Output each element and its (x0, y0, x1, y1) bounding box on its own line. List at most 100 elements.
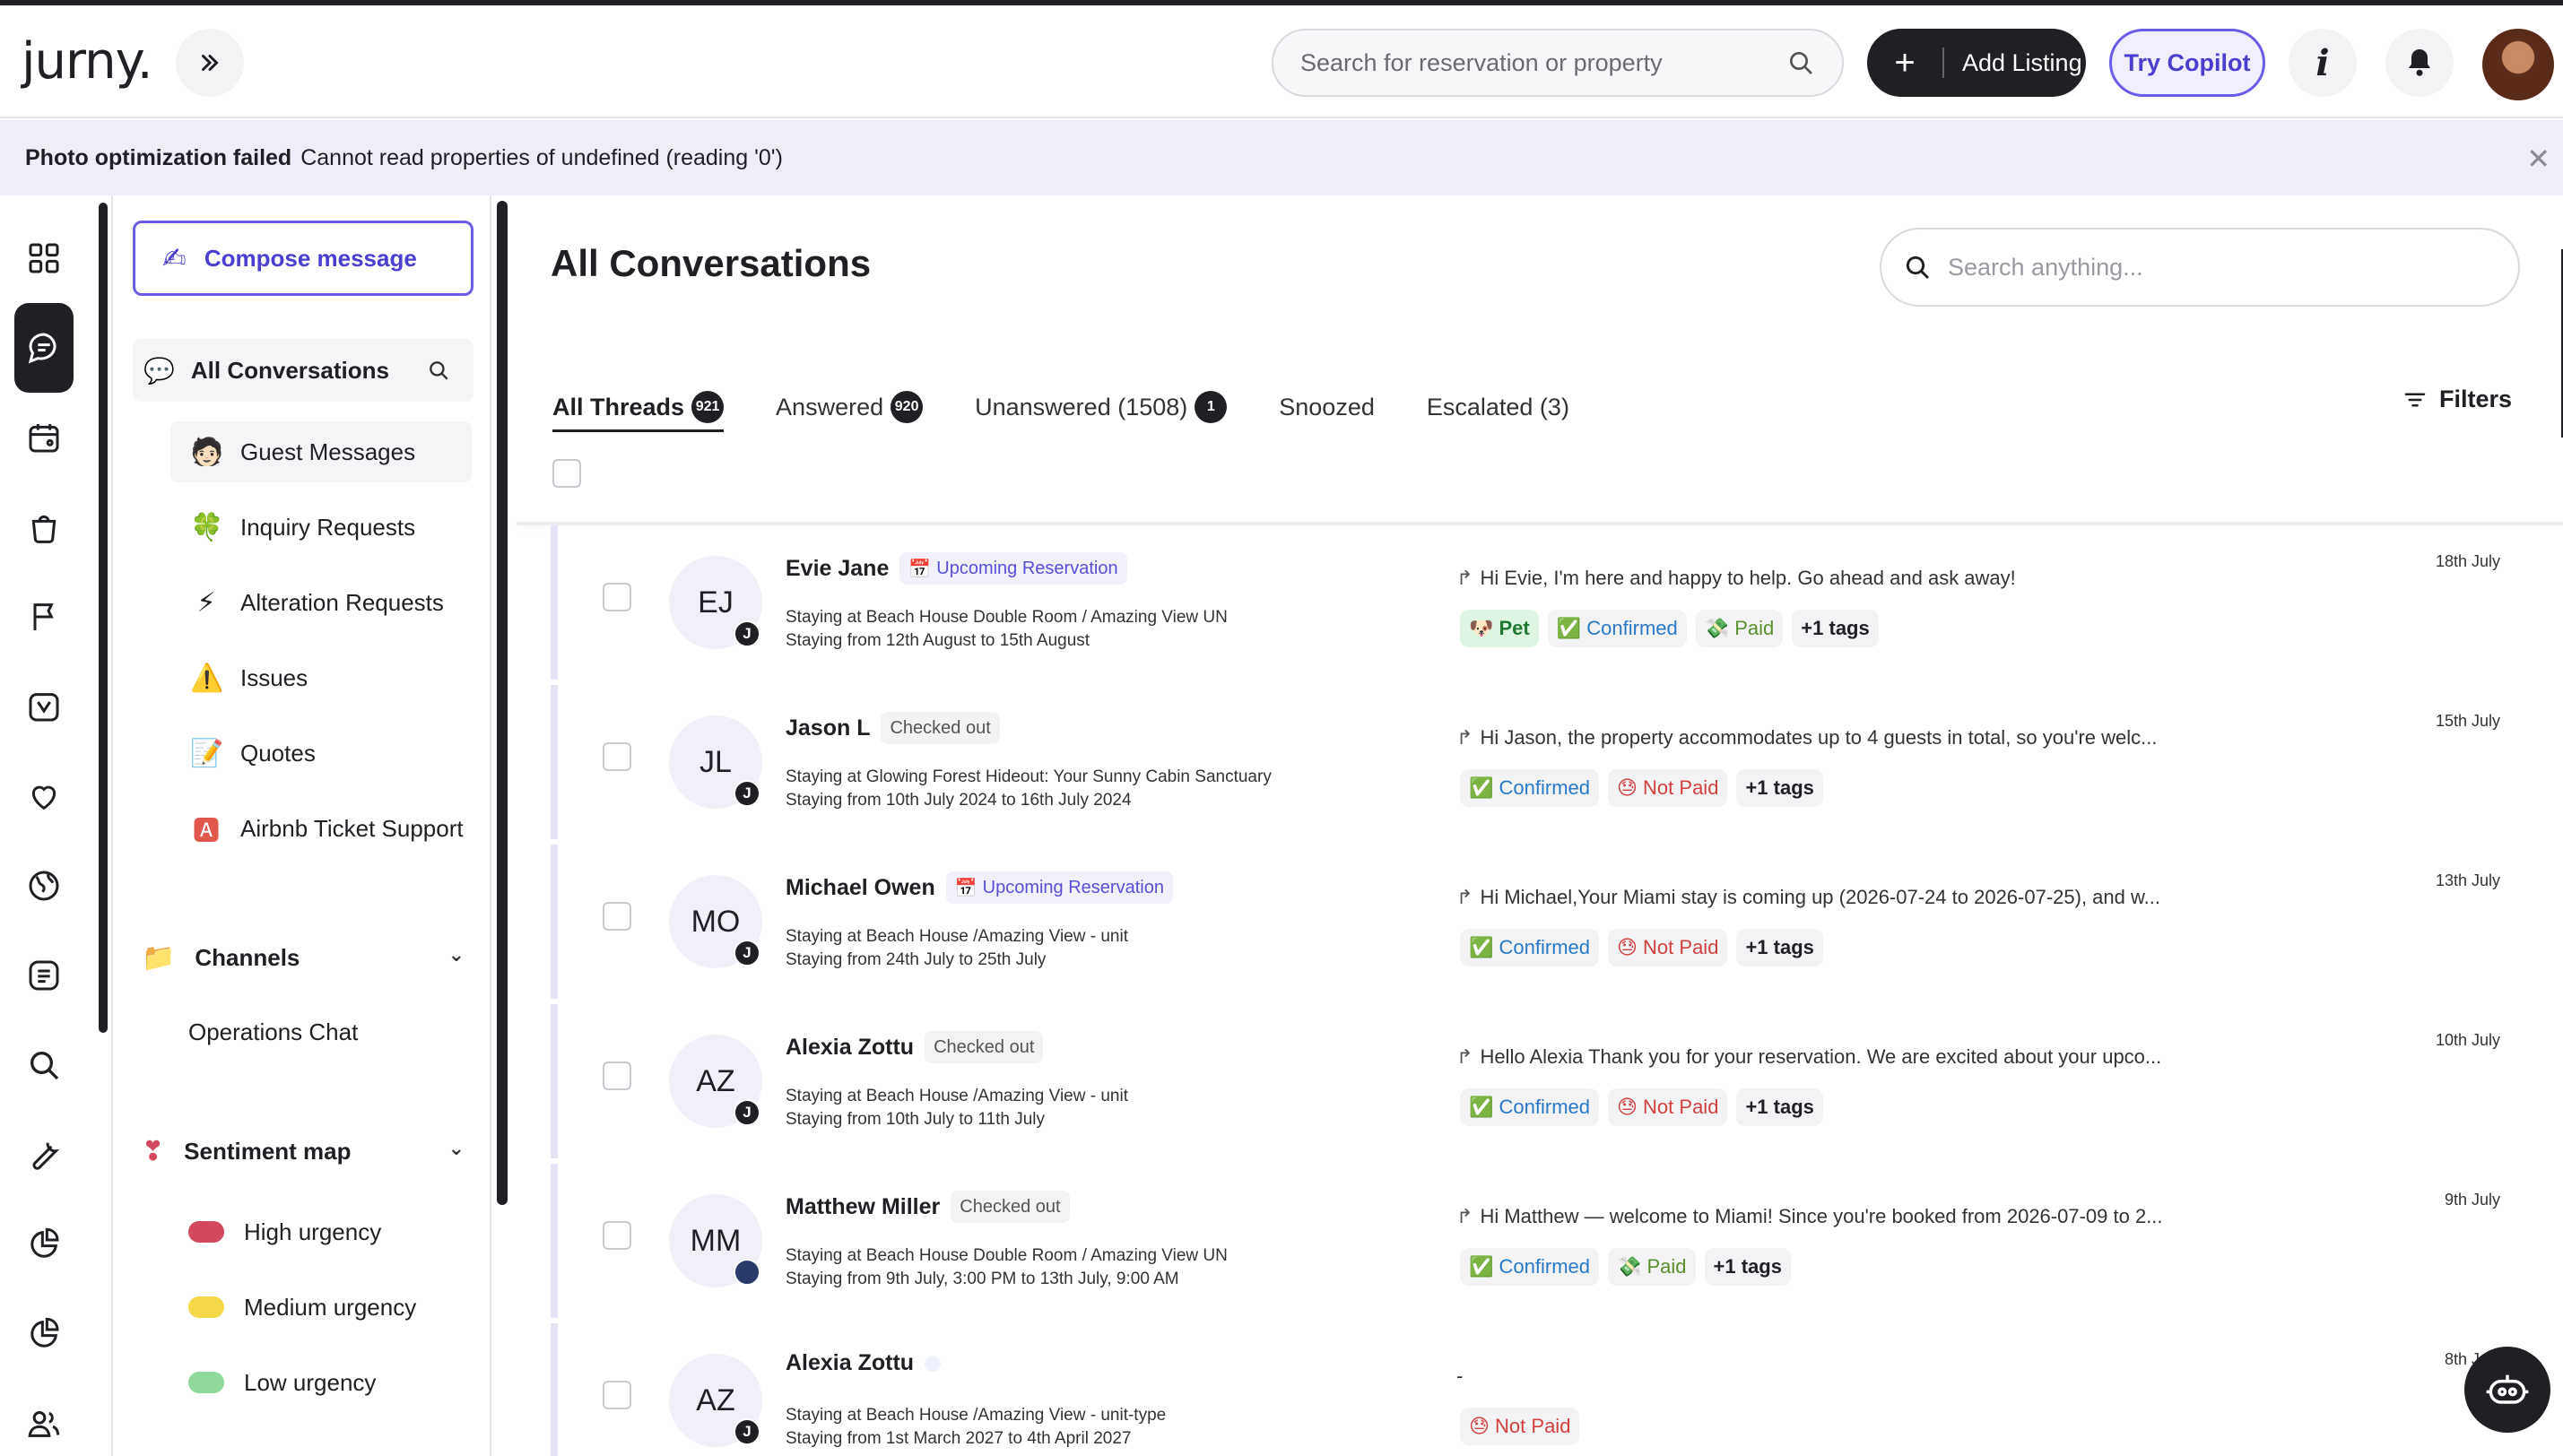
thread-tag[interactable]: ✅ Confirmed (1460, 929, 1599, 966)
search-icon[interactable] (427, 359, 450, 382)
last-message[interactable]: ↱ Hi Evie, I'm here and happy to help. G… (1456, 567, 2016, 590)
row-checkbox[interactable] (603, 902, 631, 931)
sidebar-scrollbar[interactable] (497, 201, 508, 1205)
sentiment-map-section[interactable]: ❣ Sentiment map ⌄ (142, 1124, 465, 1178)
search-icon[interactable] (1786, 48, 1815, 77)
tab-all-threads[interactable]: All Threads 921 (552, 380, 725, 434)
thread-row[interactable]: MO J Michael Owen 📅 Upcoming Reservation … (551, 845, 2563, 999)
rail-favorites[interactable] (14, 751, 74, 841)
sidebar-item-guest-messages[interactable]: 🧑🏻 Guest Messages (170, 421, 472, 482)
tab-answered[interactable]: Answered 920 (776, 380, 924, 434)
guest-name[interactable]: Matthew Miller (786, 1194, 940, 1220)
expand-sidebar-button[interactable] (176, 29, 244, 97)
reservation-search-input[interactable] (1300, 48, 1786, 77)
rail-reports[interactable] (14, 1289, 74, 1379)
row-checkbox[interactable] (603, 1062, 631, 1090)
guest-avatar[interactable]: MO J (669, 875, 762, 968)
tab-unanswered[interactable]: Unanswered (1508) 1 (975, 380, 1228, 434)
thread-tag[interactable]: +1 tags (1736, 929, 1823, 966)
row-checkbox[interactable] (603, 583, 631, 611)
thread-tag[interactable]: 😓 Not Paid (1608, 1088, 1728, 1126)
guest-name[interactable]: Evie Jane (786, 556, 889, 582)
last-message[interactable]: - (1456, 1365, 1463, 1388)
thread-tag[interactable]: +1 tags (1736, 769, 1823, 807)
urgency-color-swatch (188, 1296, 224, 1318)
tab-escalated[interactable]: Escalated (3) (1427, 380, 1569, 434)
thread-tag[interactable]: ✅ Confirmed (1460, 769, 1599, 807)
urgency-medium[interactable]: Medium urgency (188, 1289, 416, 1325)
rail-flag[interactable] (14, 572, 74, 662)
try-copilot-button[interactable]: Try Copilot (2109, 29, 2265, 97)
row-checkbox[interactable] (603, 1381, 631, 1409)
row-checkbox[interactable] (603, 1221, 631, 1250)
thread-tag[interactable]: ✅ Confirmed (1460, 1248, 1599, 1286)
all-conversations-item[interactable]: 💬 All Conversations (133, 339, 474, 402)
rail-messages[interactable] (14, 303, 74, 393)
thread-tag[interactable]: 😓 Not Paid (1608, 769, 1728, 807)
assistant-bot-button[interactable] (2464, 1347, 2550, 1433)
tab-snoozed[interactable]: Snoozed (1279, 380, 1375, 434)
thread-tag[interactable]: 😓 Not Paid (1608, 929, 1728, 966)
rail-users[interactable] (14, 1379, 74, 1456)
sidebar-item-quotes[interactable]: 📝 Quotes (170, 723, 472, 784)
sidebar-item-alteration-requests[interactable]: ⚡ Alteration Requests (170, 572, 472, 633)
guest-avatar[interactable]: MM (669, 1194, 762, 1287)
rail-bag[interactable] (14, 482, 74, 572)
thread-row[interactable]: JL J Jason L Checked out Staying at Glow… (551, 685, 2563, 839)
guest-avatar[interactable]: EJ J (669, 556, 762, 649)
sidebar-item-issues[interactable]: ⚠️ Issues (170, 647, 472, 708)
rail-calendar[interactable] (14, 393, 74, 482)
guest-avatar[interactable]: JL J (669, 715, 762, 809)
thread-tag[interactable]: 💸 Paid (1695, 610, 1784, 647)
rail-search[interactable] (14, 1020, 74, 1110)
channels-section[interactable]: 📁 Channels ⌄ (142, 931, 465, 984)
thread-row[interactable]: AZ J Alexia Zottu Checked out Staying at… (551, 1004, 2563, 1158)
rail-list[interactable] (14, 931, 74, 1020)
thread-tag[interactable]: 🐶 Pet (1460, 610, 1539, 647)
thread-tag[interactable]: +1 tags (1704, 1248, 1791, 1286)
row-checkbox[interactable] (603, 742, 631, 771)
guest-name[interactable]: Alexia Zottu (786, 1035, 914, 1061)
chevron-down-icon[interactable]: ⌄ (448, 943, 465, 966)
info-button[interactable]: i (2289, 29, 2357, 97)
last-message[interactable]: ↱ Hi Jason, the property accommodates up… (1456, 726, 2157, 750)
thread-row[interactable]: EJ J Evie Jane 📅 Upcoming Reservation Sta… (551, 525, 2563, 680)
chevron-down-icon[interactable]: ⌄ (448, 1137, 465, 1160)
rail-analytics[interactable] (14, 1200, 74, 1289)
add-listing-button[interactable]: + Add Listing (1867, 29, 2086, 97)
rail-scrollbar[interactable] (99, 203, 108, 1033)
jurny-logo[interactable]: jurny. (22, 32, 153, 91)
conversation-search-input[interactable] (1948, 253, 2518, 282)
thread-tag[interactable]: 💸 Paid (1608, 1248, 1696, 1286)
rail-dashboard[interactable] (14, 213, 74, 303)
close-icon[interactable]: ✕ (2526, 142, 2550, 176)
guest-avatar[interactable]: AZ J (669, 1035, 762, 1128)
user-avatar[interactable] (2482, 29, 2554, 100)
thread-row[interactable]: AZ J Alexia Zottu Staying at Beach House… (551, 1323, 2563, 1456)
thread-tag[interactable]: +1 tags (1736, 1088, 1823, 1126)
sidebar-item-inquiry-requests[interactable]: 🍀 Inquiry Requests (170, 497, 472, 558)
guest-avatar[interactable]: AZ J (669, 1354, 762, 1447)
thread-tag[interactable]: ✅ Confirmed (1460, 1088, 1599, 1126)
guest-name[interactable]: Alexia Zottu (786, 1350, 914, 1376)
thread-tag[interactable]: 😓 Not Paid (1460, 1408, 1580, 1445)
thread-row[interactable]: MM Matthew Miller Checked out Staying at… (551, 1164, 2563, 1318)
sidebar-item-airbnb-ticket-support[interactable]: 🅰 Airbnb Ticket Support (170, 798, 472, 859)
guest-name[interactable]: Jason L (786, 715, 870, 741)
last-message[interactable]: ↱ Hi Matthew — welcome to Miami! Since y… (1456, 1205, 2163, 1228)
compose-message-button[interactable]: ✍ Compose message (133, 221, 474, 296)
thread-tag[interactable]: ✅ Confirmed (1547, 610, 1687, 647)
guest-name[interactable]: Michael Owen (786, 875, 935, 901)
urgency-high[interactable]: High urgency (188, 1214, 381, 1250)
rail-globe[interactable] (14, 841, 74, 931)
rail-tools[interactable] (14, 1110, 74, 1200)
last-message[interactable]: ↱ Hi Michael,Your Miami stay is coming u… (1456, 886, 2160, 909)
last-message[interactable]: ↱ Hello Alexia Thank you for your reserv… (1456, 1045, 2161, 1069)
notifications-button[interactable] (2385, 29, 2454, 97)
operations-chat-item[interactable]: Operations Chat (188, 1018, 358, 1046)
select-all-checkbox[interactable] (552, 459, 581, 488)
filters-button[interactable]: Filters (2402, 386, 2512, 413)
rail-events[interactable] (14, 662, 74, 751)
urgency-low[interactable]: Low urgency (188, 1365, 376, 1400)
thread-tag[interactable]: +1 tags (1792, 610, 1879, 647)
